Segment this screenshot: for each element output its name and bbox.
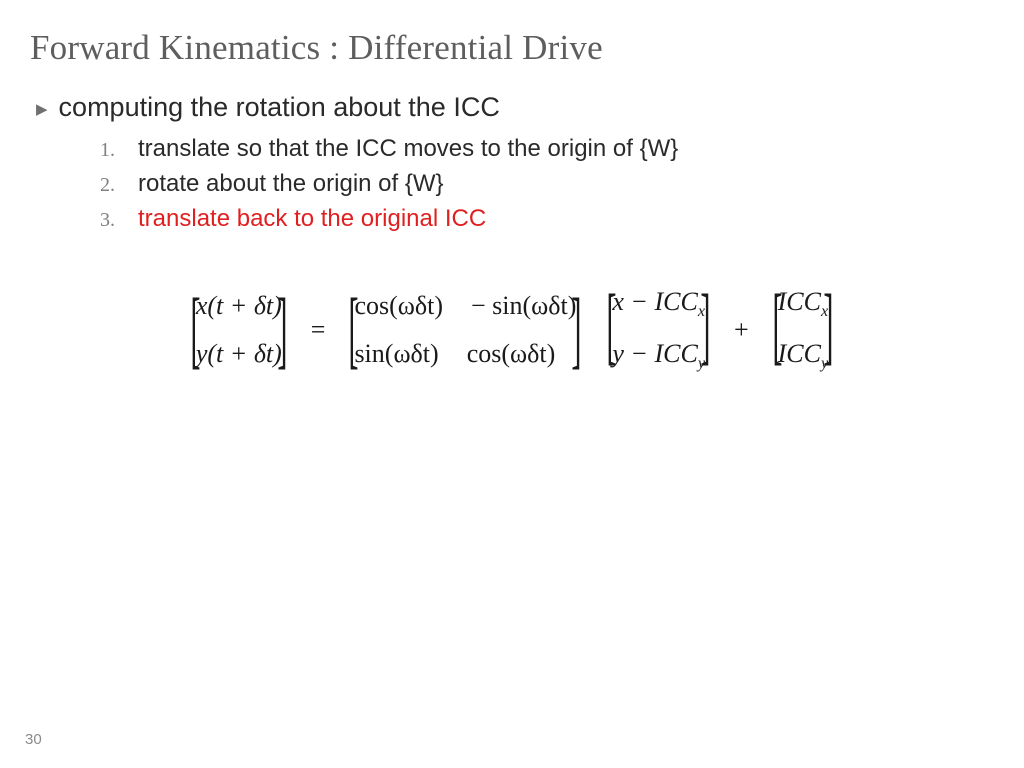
rot-r2c1: sin(ωδt) xyxy=(354,339,438,369)
rot-r1c2: − sin(ωδt) xyxy=(471,291,576,321)
main-bullet: ▶ computing the rotation about the ICC xyxy=(36,92,994,123)
page-number: 30 xyxy=(25,731,42,748)
bracket-right-icon: ] xyxy=(277,285,287,375)
bracket-left-icon: [ xyxy=(190,285,200,375)
step-text: translate so that the ICC moves to the o… xyxy=(138,135,678,163)
step-list: 1. translate so that the ICC moves to th… xyxy=(100,135,994,233)
rot-r1c1: cos(ωδt) xyxy=(354,291,443,321)
slide: Forward Kinematics : Differential Drive … xyxy=(0,0,1024,768)
icc-r1: ICCx xyxy=(778,287,829,321)
bracket-right-icon: ] xyxy=(572,285,582,375)
bracket-left-icon: [ xyxy=(349,285,359,375)
matrix-icc: [ ICCx ICCy ] xyxy=(763,281,843,379)
equals-sign: = xyxy=(303,315,334,345)
diff-r1: x − ICCx xyxy=(612,287,705,321)
lhs-r1: x(t + δt) xyxy=(196,291,282,321)
triangle-bullet-icon: ▶ xyxy=(36,100,48,118)
equation-area: [ x(t + δt) y(t + δt) ] = [ cos(ωδt) − s… xyxy=(30,281,994,379)
step-num: 2. xyxy=(100,174,130,197)
matrix-rotation: [ cos(ωδt) − sin(ωδt) sin(ωδt) cos(ωδt) … xyxy=(339,285,591,375)
bracket-left-icon: [ xyxy=(772,281,782,379)
step-text: translate back to the original ICC xyxy=(138,205,486,233)
step-num: 3. xyxy=(100,209,130,232)
lhs-r2: y(t + δt) xyxy=(196,339,282,369)
bracket-left-icon: [ xyxy=(607,281,617,379)
step-2: 2. rotate about the origin of {W} xyxy=(100,170,994,198)
icc-r2: ICCy xyxy=(778,339,829,373)
step-1: 1. translate so that the ICC moves to th… xyxy=(100,135,994,163)
rot-r2c2: cos(ωδt) xyxy=(467,339,556,369)
diff-r2: y − ICCy xyxy=(612,339,705,373)
plus-sign: + xyxy=(726,315,757,345)
matrix-diff: [ x − ICCx y − ICCy ] xyxy=(597,281,720,379)
bracket-right-icon: ] xyxy=(824,281,834,379)
equation: [ x(t + δt) y(t + δt) ] = [ cos(ωδt) − s… xyxy=(181,281,843,379)
step-text: rotate about the origin of {W} xyxy=(138,170,444,198)
step-3: 3. translate back to the original ICC xyxy=(100,205,994,233)
bracket-right-icon: ] xyxy=(700,281,710,379)
step-num: 1. xyxy=(100,139,130,162)
main-bullet-text: computing the rotation about the ICC xyxy=(59,92,500,123)
matrix-lhs: [ x(t + δt) y(t + δt) ] xyxy=(181,285,297,375)
slide-title: Forward Kinematics : Differential Drive xyxy=(30,28,994,68)
